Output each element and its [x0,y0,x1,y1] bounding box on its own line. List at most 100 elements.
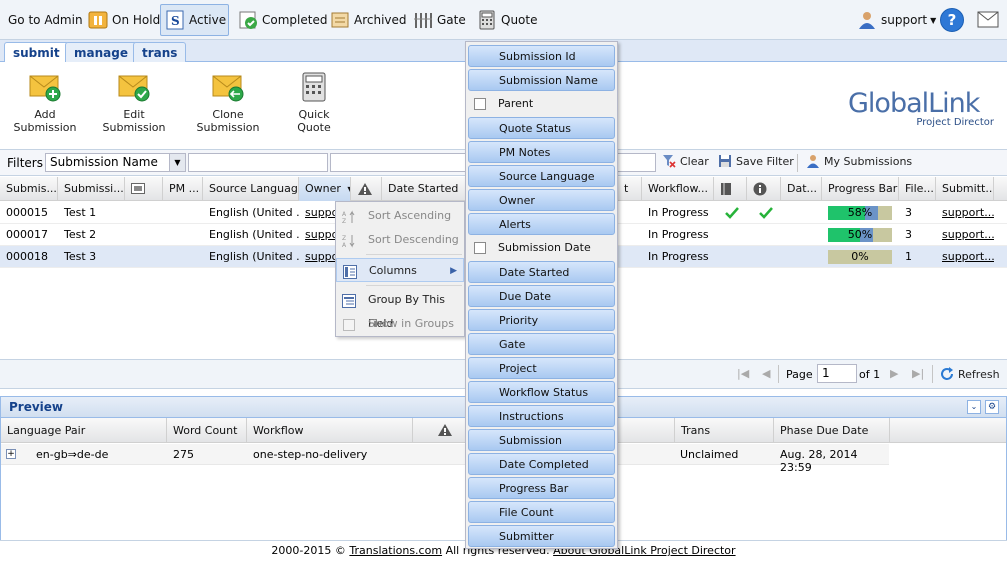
tab-trans[interactable]: trans [133,42,187,62]
column-toggle-item[interactable]: Submission Date [468,237,615,259]
quote-button[interactable]: Quote [473,4,541,36]
clear-filter-button[interactable]: Clear [662,154,709,168]
column-toggle-item[interactable]: Date Started [468,261,615,283]
col-header-progress-bar[interactable]: Progress Bar [822,177,899,201]
save-filter-button[interactable]: Save Filter [718,154,794,168]
expand-icon[interactable]: + [6,449,16,459]
cell-submitter-link[interactable]: support... [936,224,994,246]
svg-text:Z: Z [342,235,346,242]
tab-manage[interactable]: manage [65,42,137,62]
on-hold-button[interactable]: On Hold [84,4,164,36]
cell-owner-link[interactable]: suppo [299,202,335,224]
col-header-alerts[interactable] [351,177,382,201]
column-toggle-item[interactable]: File Count [468,501,615,523]
col-header-background[interactable] [125,177,163,201]
col-header-workflow-status[interactable]: Workflow... [642,177,714,201]
col-header-submitter[interactable]: Submitt... [936,177,994,201]
col-header-word-count[interactable]: Word Count [167,418,247,443]
archived-icon [330,10,350,30]
column-toggle-item[interactable]: Date Completed [468,453,615,475]
list-item[interactable]: + en-gb⇒de-de 275 one-step-no-delivery U… [1,444,889,474]
refresh-button[interactable]: Refresh [940,367,1000,381]
translations-link[interactable]: Translations.com [349,544,442,557]
tab-submit[interactable]: submit [4,42,69,63]
mail-icon[interactable] [977,11,999,31]
next-page-icon[interactable]: ▶ [890,367,898,380]
collapse-icon[interactable]: ⌄ [967,400,981,414]
page-number-input[interactable]: 1 [817,364,857,383]
top-navigation: Go to Admin On Hold S Active Completed A… [0,0,1007,40]
completed-button[interactable]: Completed [234,4,331,36]
column-toggle-item[interactable]: Submission Id [468,45,615,67]
cell-submitter-link[interactable]: support... [936,246,994,268]
column-toggle-item[interactable]: Gate [468,333,615,355]
column-toggle-item[interactable]: Quote Status [468,117,615,139]
clone-submission-button[interactable]: Clone Submission [184,72,272,134]
active-button[interactable]: S Active [160,4,229,36]
edit-submission-button[interactable]: Edit Submission [94,72,174,134]
column-toggle-item[interactable]: Source Language [468,165,615,187]
col-header-source-language[interactable]: Source Language [203,177,299,201]
col-header-file-count[interactable]: File... [899,177,936,201]
sort-descending-item[interactable]: ZA Sort Descending [336,228,464,252]
go-to-admin-link[interactable]: Go to Admin [4,4,87,36]
col-header-info[interactable] [747,177,781,201]
column-toggle-item[interactable]: Alerts [468,213,615,235]
prev-page-icon[interactable]: ◀ [762,367,770,380]
archived-button[interactable]: Archived [326,4,411,36]
column-toggle-item[interactable]: Priority [468,309,615,331]
progress-bar: 58% [828,206,892,220]
columns-item[interactable]: Columns ▶ [336,258,464,282]
col-header-pm-notes[interactable]: PM ... [163,177,203,201]
group-by-field-item[interactable]: Group By This Field [336,288,464,330]
column-toggle-item[interactable]: PM Notes [468,141,615,163]
column-toggle-item[interactable]: Due Date [468,285,615,307]
col-header-language-pair[interactable]: Language Pair [1,418,167,443]
cell-owner-link[interactable]: suppo [299,224,335,246]
help-icon[interactable]: ? [940,8,964,32]
page-count: of 1 [859,368,881,381]
filter-value-input[interactable] [188,153,328,172]
checkbox-icon[interactable] [474,242,486,254]
col-header-date-completed[interactable]: Dat... [781,177,822,201]
envelope-add-icon [29,72,61,102]
user-menu[interactable]: support ▼ [853,4,940,36]
column-toggle-item[interactable]: Submission Background [468,429,615,469]
col-header-trans[interactable]: Trans [675,418,774,443]
column-toggle-item[interactable]: Parent [468,93,615,115]
column-toggle-item[interactable]: Instructions [468,405,615,427]
cell-owner-link[interactable]: suppo [299,246,335,268]
my-submissions-button[interactable]: My Submissions [806,154,912,168]
col-header-submission-name[interactable]: Submissi... [58,177,125,201]
column-toggle-item[interactable]: Submitter [468,525,615,547]
on-hold-label: On Hold [112,13,161,27]
last-page-icon[interactable]: ▶| [912,367,924,380]
column-toggle-item[interactable]: Progress Bar [468,477,615,499]
column-toggle-item[interactable]: Project [468,357,615,379]
checkbox-icon[interactable] [474,98,486,110]
col-header-workflow[interactable]: Workflow [247,418,413,443]
col-header-project[interactable]: t [618,177,642,201]
user-icon [857,10,877,30]
column-toggle-item[interactable]: Submission Name [468,69,615,91]
gear-icon[interactable]: ⚙ [985,400,999,414]
cell-submitter-link[interactable]: support... [936,202,994,224]
quick-quote-button[interactable]: Quick Quote [282,72,346,134]
show-in-groups-item[interactable]: Show in Groups [336,312,464,336]
cell-word-count: 275 [173,448,194,461]
chevron-down-icon[interactable]: ▼ [169,154,185,171]
col-header-owner[interactable]: Owner ▼ [299,177,351,201]
column-toggle-item[interactable]: Workflow Status [468,381,615,403]
progress-label: 58% [847,206,873,219]
gate-button[interactable]: Gate [409,4,470,36]
col-header-submission-id[interactable]: Submis... [0,177,58,201]
sort-ascending-item[interactable]: AZ Sort Ascending [336,204,464,228]
col-header-phase-due-date[interactable]: Phase Due Date [774,418,890,443]
column-toggle-item[interactable]: Owner [468,189,615,211]
first-page-icon[interactable]: |◀ [737,367,749,380]
filter-field-select[interactable]: Submission Name ▼ [45,153,186,172]
col-header-date-started[interactable]: Date Started [382,177,466,201]
col-header-instructions[interactable] [714,177,747,201]
add-submission-button[interactable]: Add Submission [6,72,84,134]
column-toggle-label: Parent [498,97,534,110]
